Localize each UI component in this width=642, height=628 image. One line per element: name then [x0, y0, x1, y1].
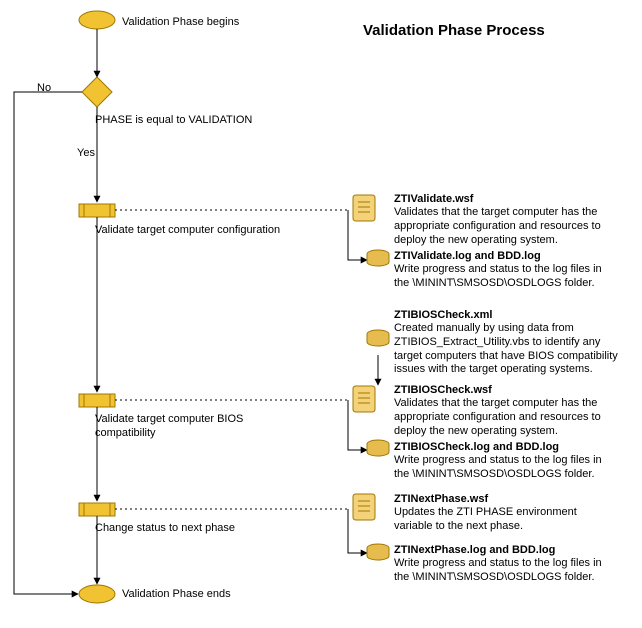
decision-label: PHASE is equal to VALIDATION	[95, 114, 252, 128]
start-label: Validation Phase begins	[122, 16, 239, 30]
process-step-3	[79, 503, 115, 516]
process-step-2	[79, 394, 115, 407]
edge-no-label: No	[37, 82, 51, 96]
note-body: Created manually by using data from ZTIB…	[394, 322, 619, 377]
step2-label: Validate target computer BIOS compatibil…	[95, 413, 265, 441]
terminator-start	[79, 11, 115, 29]
note-title: ZTIBIOSCheck.xml	[394, 309, 492, 323]
note-title: ZTIValidate.wsf	[394, 193, 473, 207]
note-title: ZTINextPhase.wsf	[394, 493, 488, 507]
note-body: Updates the ZTI PHASE environment variab…	[394, 506, 614, 534]
note-body: Validates that the target computer has t…	[394, 206, 614, 247]
process-step-1	[79, 204, 115, 217]
note-title: ZTIValidate.log and BDD.log	[394, 250, 541, 264]
note-title: ZTIBIOSCheck.log and BDD.log	[394, 441, 559, 455]
step3-label: Change status to next phase	[95, 522, 285, 536]
log-disk-icon	[367, 250, 389, 266]
decision-shape	[82, 77, 112, 107]
log-disk-icon	[367, 330, 389, 346]
edge-no	[14, 92, 82, 594]
note-body: Write progress and status to the log fil…	[394, 557, 614, 585]
log-disk-icon	[367, 440, 389, 456]
script-icon	[353, 195, 375, 221]
end-label: Validation Phase ends	[122, 588, 231, 602]
note-body: Write progress and status to the log fil…	[394, 454, 614, 482]
note-title: ZTIBIOSCheck.wsf	[394, 384, 492, 398]
note-title: ZTINextPhase.log and BDD.log	[394, 544, 555, 558]
log-disk-icon	[367, 544, 389, 560]
edge-yes-label: Yes	[77, 147, 95, 161]
script-icon	[353, 386, 375, 412]
script-icon	[353, 494, 375, 520]
note-body: Write progress and status to the log fil…	[394, 263, 614, 291]
terminator-end	[79, 585, 115, 603]
note-body: Validates that the target computer has t…	[394, 397, 614, 438]
step1-label: Validate target computer configuration	[95, 224, 285, 238]
